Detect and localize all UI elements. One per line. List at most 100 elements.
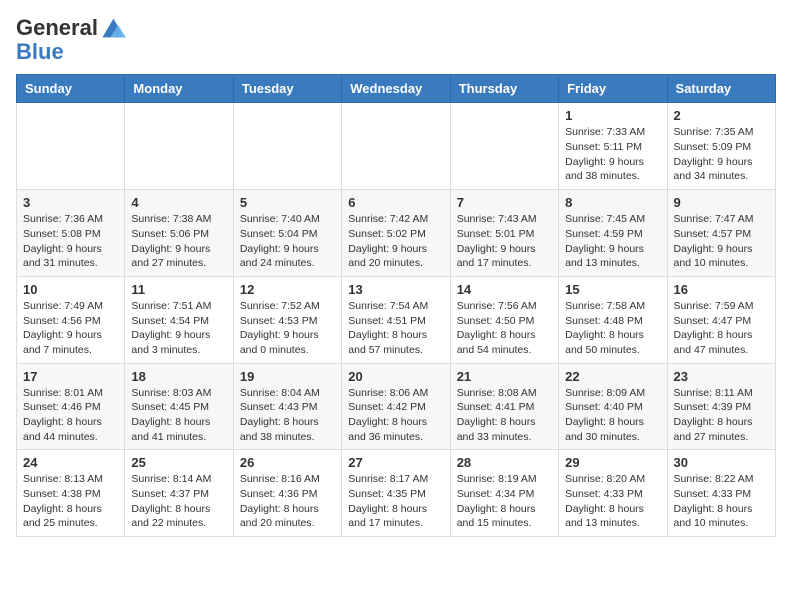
calendar-cell: 24 Sunrise: 8:13 AMSunset: 4:38 PMDayligh… (17, 450, 125, 537)
day-info: Sunrise: 8:06 AMSunset: 4:42 PMDaylight:… (348, 386, 443, 445)
day-number: 17 (23, 369, 118, 384)
day-info: Sunrise: 8:16 AMSunset: 4:36 PMDaylight:… (240, 472, 335, 531)
calendar-cell: 16 Sunrise: 7:59 AMSunset: 4:47 PMDayligh… (667, 276, 775, 363)
calendar-cell: 26 Sunrise: 8:16 AMSunset: 4:36 PMDayligh… (233, 450, 341, 537)
weekday-header-friday: Friday (559, 75, 667, 103)
calendar-cell: 21 Sunrise: 8:08 AMSunset: 4:41 PMDayligh… (450, 363, 558, 450)
calendar-cell: 27 Sunrise: 8:17 AMSunset: 4:35 PMDayligh… (342, 450, 450, 537)
day-number: 24 (23, 455, 118, 470)
calendar-cell: 14Sunrise: 7:56 AMSunset: 4:50 PMDayligh… (450, 276, 558, 363)
day-info: Sunrise: 7:51 AMSunset: 4:54 PMDaylight:… (131, 299, 226, 358)
calendar-header-row: SundayMondayTuesdayWednesdayThursdayFrid… (17, 75, 776, 103)
weekday-header-saturday: Saturday (667, 75, 775, 103)
calendar-cell: 4 Sunrise: 7:38 AMSunset: 5:06 PMDaylight… (125, 190, 233, 277)
day-info: Sunrise: 7:59 AMSunset: 4:47 PMDaylight:… (674, 299, 769, 358)
day-info: Sunrise: 7:33 AMSunset: 5:11 PMDaylight:… (565, 125, 660, 184)
day-info: Sunrise: 8:08 AMSunset: 4:41 PMDaylight:… (457, 386, 552, 445)
day-info: Sunrise: 7:54 AMSunset: 4:51 PMDaylight:… (348, 299, 443, 358)
day-number: 3 (23, 195, 118, 210)
calendar-week-3: 10Sunrise: 7:49 AMSunset: 4:56 PMDayligh… (17, 276, 776, 363)
day-number: 27 (348, 455, 443, 470)
day-info: Sunrise: 7:47 AMSunset: 4:57 PMDaylight:… (674, 212, 769, 271)
logo: General Blue (16, 16, 129, 64)
calendar-cell: 9 Sunrise: 7:47 AMSunset: 4:57 PMDaylight… (667, 190, 775, 277)
calendar-cell: 13 Sunrise: 7:54 AMSunset: 4:51 PMDayligh… (342, 276, 450, 363)
calendar-week-2: 3 Sunrise: 7:36 AMSunset: 5:08 PMDaylight… (17, 190, 776, 277)
calendar-cell: 19Sunrise: 8:04 AMSunset: 4:43 PMDayligh… (233, 363, 341, 450)
calendar-cell: 2 Sunrise: 7:35 AMSunset: 5:09 PMDaylight… (667, 103, 775, 190)
day-number: 19 (240, 369, 335, 384)
day-info: Sunrise: 8:11 AMSunset: 4:39 PMDaylight:… (674, 386, 769, 445)
day-info: Sunrise: 7:45 AMSunset: 4:59 PMDaylight:… (565, 212, 660, 271)
calendar-cell (342, 103, 450, 190)
day-number: 4 (131, 195, 226, 210)
day-number: 5 (240, 195, 335, 210)
calendar-week-5: 24 Sunrise: 8:13 AMSunset: 4:38 PMDayligh… (17, 450, 776, 537)
calendar-cell: 18 Sunrise: 8:03 AMSunset: 4:45 PMDayligh… (125, 363, 233, 450)
weekday-header-wednesday: Wednesday (342, 75, 450, 103)
day-info: Sunrise: 7:38 AMSunset: 5:06 PMDaylight:… (131, 212, 226, 271)
day-info: Sunrise: 7:43 AMSunset: 5:01 PMDaylight:… (457, 212, 552, 271)
day-info: Sunrise: 8:13 AMSunset: 4:38 PMDaylight:… (23, 472, 118, 531)
day-number: 2 (674, 108, 769, 123)
day-info: Sunrise: 8:14 AMSunset: 4:37 PMDaylight:… (131, 472, 226, 531)
day-info: Sunrise: 7:36 AMSunset: 5:08 PMDaylight:… (23, 212, 118, 271)
day-number: 26 (240, 455, 335, 470)
calendar: SundayMondayTuesdayWednesdayThursdayFrid… (16, 74, 776, 537)
day-info: Sunrise: 7:49 AMSunset: 4:56 PMDaylight:… (23, 299, 118, 358)
day-number: 11 (131, 282, 226, 297)
day-number: 18 (131, 369, 226, 384)
calendar-cell: 17 Sunrise: 8:01 AMSunset: 4:46 PMDayligh… (17, 363, 125, 450)
day-number: 23 (674, 369, 769, 384)
calendar-cell: 11 Sunrise: 7:51 AMSunset: 4:54 PMDayligh… (125, 276, 233, 363)
day-number: 9 (674, 195, 769, 210)
calendar-cell: 1Sunrise: 7:33 AMSunset: 5:11 PMDaylight… (559, 103, 667, 190)
day-number: 7 (457, 195, 552, 210)
day-number: 14 (457, 282, 552, 297)
calendar-week-1: 1Sunrise: 7:33 AMSunset: 5:11 PMDaylight… (17, 103, 776, 190)
calendar-cell: 15 Sunrise: 7:58 AMSunset: 4:48 PMDayligh… (559, 276, 667, 363)
day-info: Sunrise: 7:52 AMSunset: 4:53 PMDaylight:… (240, 299, 335, 358)
calendar-cell: 6 Sunrise: 7:42 AMSunset: 5:02 PMDaylight… (342, 190, 450, 277)
calendar-cell: 3 Sunrise: 7:36 AMSunset: 5:08 PMDaylight… (17, 190, 125, 277)
calendar-cell: 22 Sunrise: 8:09 AMSunset: 4:40 PMDayligh… (559, 363, 667, 450)
calendar-cell: 10Sunrise: 7:49 AMSunset: 4:56 PMDayligh… (17, 276, 125, 363)
day-number: 15 (565, 282, 660, 297)
day-info: Sunrise: 7:40 AMSunset: 5:04 PMDaylight:… (240, 212, 335, 271)
day-number: 22 (565, 369, 660, 384)
day-info: Sunrise: 8:19 AMSunset: 4:34 PMDaylight:… (457, 472, 552, 531)
calendar-cell (450, 103, 558, 190)
day-number: 28 (457, 455, 552, 470)
calendar-cell (125, 103, 233, 190)
weekday-header-thursday: Thursday (450, 75, 558, 103)
calendar-cell (17, 103, 125, 190)
day-info: Sunrise: 8:22 AMSunset: 4:33 PMDaylight:… (674, 472, 769, 531)
calendar-cell: 12 Sunrise: 7:52 AMSunset: 4:53 PMDayligh… (233, 276, 341, 363)
calendar-cell: 30Sunrise: 8:22 AMSunset: 4:33 PMDayligh… (667, 450, 775, 537)
calendar-cell: 25 Sunrise: 8:14 AMSunset: 4:37 PMDayligh… (125, 450, 233, 537)
day-info: Sunrise: 8:17 AMSunset: 4:35 PMDaylight:… (348, 472, 443, 531)
day-number: 13 (348, 282, 443, 297)
day-info: Sunrise: 7:58 AMSunset: 4:48 PMDaylight:… (565, 299, 660, 358)
calendar-cell (233, 103, 341, 190)
day-number: 12 (240, 282, 335, 297)
page-header: General Blue (16, 16, 776, 64)
weekday-header-tuesday: Tuesday (233, 75, 341, 103)
day-info: Sunrise: 8:20 AMSunset: 4:33 PMDaylight:… (565, 472, 660, 531)
calendar-cell: 5 Sunrise: 7:40 AMSunset: 5:04 PMDaylight… (233, 190, 341, 277)
weekday-header-sunday: Sunday (17, 75, 125, 103)
day-info: Sunrise: 7:35 AMSunset: 5:09 PMDaylight:… (674, 125, 769, 184)
day-info: Sunrise: 8:09 AMSunset: 4:40 PMDaylight:… (565, 386, 660, 445)
day-number: 29 (565, 455, 660, 470)
day-number: 8 (565, 195, 660, 210)
day-info: Sunrise: 8:03 AMSunset: 4:45 PMDaylight:… (131, 386, 226, 445)
day-number: 21 (457, 369, 552, 384)
day-number: 6 (348, 195, 443, 210)
weekday-header-monday: Monday (125, 75, 233, 103)
day-number: 16 (674, 282, 769, 297)
calendar-cell: 29 Sunrise: 8:20 AMSunset: 4:33 PMDayligh… (559, 450, 667, 537)
day-number: 25 (131, 455, 226, 470)
day-info: Sunrise: 7:42 AMSunset: 5:02 PMDaylight:… (348, 212, 443, 271)
calendar-cell: 8 Sunrise: 7:45 AMSunset: 4:59 PMDaylight… (559, 190, 667, 277)
day-info: Sunrise: 8:01 AMSunset: 4:46 PMDaylight:… (23, 386, 118, 445)
